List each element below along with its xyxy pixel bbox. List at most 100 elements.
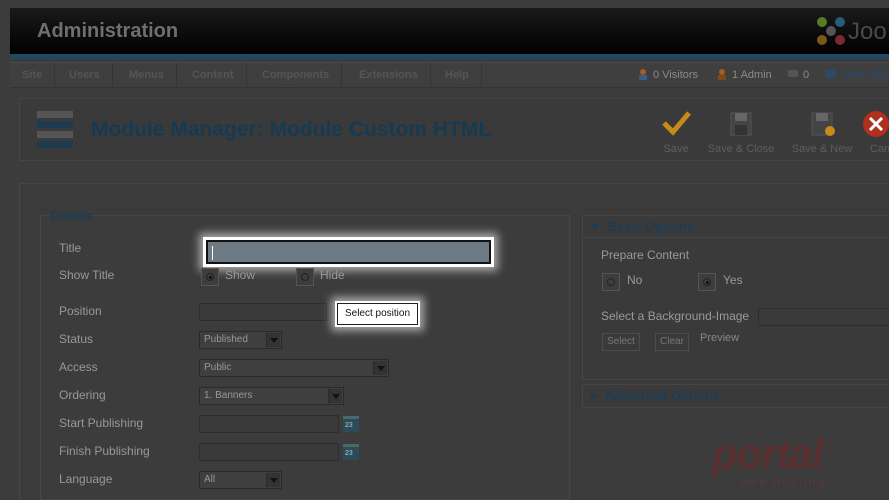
language-value: All [204,474,216,485]
finish-publishing-input[interactable] [199,443,339,461]
finish-publishing-label: Finish Publishing [59,444,150,458]
main-menu: Site Users Menus Content Components Exte… [10,62,889,88]
chevron-down-icon [328,389,342,403]
required-marker: * [85,241,89,251]
view-site-icon [826,70,836,78]
visitors-status: 0 Visitors [637,68,698,81]
save-close-icon [730,112,752,136]
text-caret [212,246,213,260]
view-site-link[interactable]: View Site [825,68,887,81]
messages-status[interactable]: 0 [787,68,809,81]
show-title-show-radio[interactable] [201,268,219,286]
admins-status: 1 Admin [716,68,772,81]
start-publishing-input[interactable] [199,415,339,433]
title-input-highlight [203,237,494,267]
page-title: Module Manager: Module Custom HTML [91,118,492,141]
show-title-label: Show Title [59,268,115,282]
menu-help[interactable]: Help [433,63,482,88]
expanded-arrow-icon [591,224,599,230]
background-image-label: Select a Background-Image [601,309,750,323]
module-manager-icon [37,111,73,151]
save-new-icon [811,112,835,136]
title-label: Title * [59,241,89,255]
menu-content[interactable]: Content [180,63,247,88]
advanced-options-panel: Advanced Options [582,384,889,408]
prepare-content-yes-label: Yes [723,273,743,287]
advanced-options-toggle[interactable]: Advanced Options [583,385,889,407]
background-image-input[interactable] [758,308,889,326]
portal-watermark: portal web hosting [712,433,862,493]
advanced-options-heading: Advanced Options [605,388,720,403]
status-label: Status [59,332,94,346]
calendar-icon[interactable]: 23 [343,416,359,432]
show-title-show-label: Show [225,268,256,282]
basic-options-toggle[interactable]: Basic Options [583,216,889,238]
cancel-icon [863,111,889,137]
messages-icon [788,70,798,77]
details-legend: Details [50,208,93,223]
status-select[interactable]: Published [199,331,282,349]
admin-header: Administration Joo [10,8,889,54]
show-title-hide-radio[interactable] [296,268,314,286]
language-label: Language [59,472,113,486]
menu-components[interactable]: Components [250,63,343,88]
save-new-label: Save & New [791,143,853,155]
select-image-button[interactable]: Select [602,333,640,351]
basic-options-panel: Basic Options [582,215,889,380]
admin-title: Administration [37,20,179,42]
joomla-star-icon [817,17,845,45]
access-select[interactable]: Public [199,359,389,377]
status-area: 0 Visitors 1 Admin 0 View Site [629,63,889,88]
admin-user-icon [718,69,726,80]
prepare-content-yes-radio[interactable] [698,273,716,291]
start-publishing-label: Start Publishing [59,416,144,430]
chevron-down-icon [373,361,387,375]
admins-count: 1 Admin [732,69,772,81]
prepare-content-no-label: No [627,273,643,287]
menu-site[interactable]: Site [10,63,56,88]
ordering-select[interactable]: 1. Banners [199,387,344,405]
collapsed-arrow-icon [591,392,597,400]
access-label: Access [59,360,98,374]
select-position-highlight: Select position [335,301,420,327]
save-close-button[interactable]: Save & Close [706,109,776,155]
preview-label: Preview [700,332,740,344]
position-input[interactable] [199,303,327,321]
joomla-logo-text: Joo [848,18,887,45]
save-close-label: Save & Close [707,143,775,155]
calendar-icon[interactable]: 23 [343,444,359,460]
prepare-content-no-radio[interactable] [602,273,620,291]
cancel-label: Can [870,143,889,155]
position-label: Position [59,304,102,318]
chevron-down-icon [266,333,280,347]
language-select[interactable]: All [199,471,282,489]
prepare-content-label: Prepare Content [601,248,690,262]
messages-count: 0 [803,69,810,81]
select-position-button[interactable]: Select position [337,303,418,325]
title-label-text: Title [59,241,82,255]
watermark-subtitle: web hosting [740,475,827,489]
status-value: Published [204,334,248,345]
menu-menus[interactable]: Menus [117,63,177,88]
menu-extensions[interactable]: Extensions [347,63,431,88]
clear-image-button[interactable]: Clear [655,333,689,351]
basic-options-heading: Basic Options [607,219,695,234]
visitors-icon [639,69,647,80]
ordering-value: 1. Banners [204,390,253,401]
ordering-label: Ordering [59,388,106,402]
checkmark-icon [662,111,691,136]
chevron-down-icon [266,473,280,487]
access-value: Public [204,362,232,373]
cancel-button[interactable]: Can [850,109,889,155]
joomla-logo: Joo [814,14,889,48]
save-label: Save [663,143,689,155]
save-button[interactable]: Save [641,109,711,155]
save-new-button[interactable]: Save & New [787,109,857,155]
title-input[interactable] [206,240,491,264]
menu-users[interactable]: Users [57,63,113,88]
watermark-word: portal [712,430,824,477]
view-site-label: View Site [841,69,887,81]
header-divider [10,54,889,59]
show-title-hide-label: Hide [320,268,345,282]
visitors-count: 0 Visitors [653,69,699,81]
